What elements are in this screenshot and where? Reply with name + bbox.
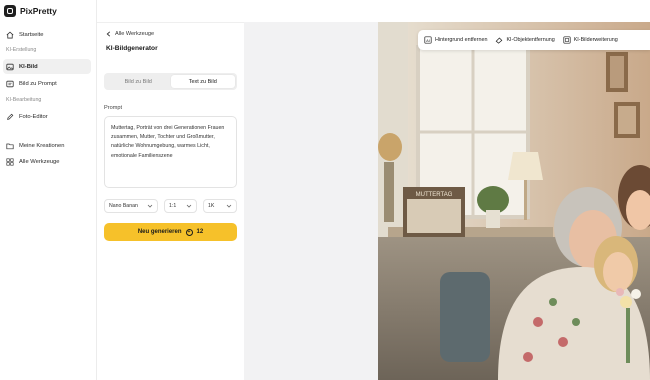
tab-bild-zu-bild[interactable]: Bild zu Bild xyxy=(106,75,171,88)
credit-count: 12 xyxy=(196,229,204,235)
back-link[interactable]: Alle Werkzeuge xyxy=(106,31,154,37)
sidebar-item-label: Bild zu Prompt xyxy=(19,80,57,87)
sidebar-item-label: Meine Kreationen xyxy=(19,142,65,149)
chevron-down-icon xyxy=(186,203,192,209)
mode-tabs: Bild zu Bild Text zu Bild xyxy=(104,73,237,90)
folder-icon xyxy=(6,142,14,150)
home-icon xyxy=(6,31,14,39)
grid-icon xyxy=(6,157,14,166)
prompt-label: Prompt xyxy=(104,105,123,111)
remove-background-button[interactable]: AI Hintergrund entfernen xyxy=(424,36,487,44)
edit-icon xyxy=(6,113,14,121)
sidebar-item-bild-zu-prompt[interactable]: Bild zu Prompt xyxy=(3,76,91,91)
image-toolbar: AI Hintergrund entfernen KI-Objektentfer… xyxy=(418,30,650,50)
tab-text-zu-bild[interactable]: Text zu Bild xyxy=(170,75,235,88)
background-remove-icon: AI xyxy=(424,36,432,44)
canvas-area xyxy=(244,22,378,380)
expand-icon xyxy=(563,36,571,44)
chevron-left-icon xyxy=(106,31,111,37)
sidebar-item-foto-editor[interactable]: Foto-Editor xyxy=(3,109,91,124)
top-bar xyxy=(97,0,650,22)
logo-icon xyxy=(4,5,16,17)
image-to-text-icon xyxy=(6,80,14,88)
brand[interactable]: PixPretty xyxy=(4,4,57,18)
sidebar: PixPretty Startseite KI-Erstellung KI-Bi… xyxy=(0,0,97,380)
eraser-icon xyxy=(496,37,503,44)
sidebar-item-label: KI-Bild xyxy=(19,63,38,70)
generate-button-label: Neu generieren xyxy=(137,229,182,235)
credit-icon: + xyxy=(185,228,193,236)
sidebar-item-ki-bild[interactable]: KI-Bild xyxy=(3,59,91,74)
brand-name: PixPretty xyxy=(20,6,57,16)
chevron-down-icon xyxy=(226,203,232,209)
object-removal-label: KI-Objektentfernung xyxy=(506,37,555,43)
object-removal-button[interactable]: KI-Objektentfernung xyxy=(495,36,555,44)
ratio-select-value: 1:1 xyxy=(169,203,177,209)
resolution-select[interactable]: 1K xyxy=(203,199,237,213)
back-link-label: Alle Werkzeuge xyxy=(115,31,155,37)
generated-image[interactable]: MUTTERTAG xyxy=(378,22,650,380)
sidebar-item-label: Startseite xyxy=(19,31,44,38)
generate-button[interactable]: Neu generieren + 12 xyxy=(104,223,237,241)
sidebar-item-label: Alle Werkzeuge xyxy=(19,158,60,165)
image-expand-label: KI-Bilderweiterung xyxy=(573,37,618,43)
prompt-input[interactable]: Muttertag, Porträt von drei Generationen… xyxy=(104,116,237,188)
chevron-down-icon xyxy=(147,203,153,209)
sidebar-item-alle-werkzeuge[interactable]: Alle Werkzeuge xyxy=(3,154,91,169)
model-select[interactable]: Nano Banan xyxy=(104,199,158,213)
model-select-value: Nano Banan xyxy=(109,203,138,209)
sidebar-item-label: Foto-Editor xyxy=(19,113,48,120)
family-photo-illustration: MUTTERTAG xyxy=(378,22,650,380)
resolution-select-value: 1K xyxy=(208,203,215,209)
image-icon xyxy=(6,63,14,71)
svg-text:AI: AI xyxy=(426,38,430,43)
sidebar-item-meine-kreationen[interactable]: Meine Kreationen xyxy=(3,138,91,153)
options-row: Nano Banan 1:1 1K xyxy=(104,199,237,213)
generator-panel: Alle Werkzeuge KI-Bildgenerator Bild zu … xyxy=(97,22,244,380)
section-label-creation: KI-Erstellung xyxy=(6,47,37,53)
remove-background-label: Hintergrund entfernen xyxy=(435,37,488,43)
frame-caption: MUTTERTAG xyxy=(416,192,453,198)
ratio-select[interactable]: 1:1 xyxy=(164,199,197,213)
image-expand-button[interactable]: KI-Bilderweiterung xyxy=(563,36,618,44)
sidebar-item-home[interactable]: Startseite xyxy=(3,27,91,42)
panel-title: KI-Bildgenerator xyxy=(106,45,158,52)
section-label-editing: KI-Bearbeitung xyxy=(6,97,42,103)
